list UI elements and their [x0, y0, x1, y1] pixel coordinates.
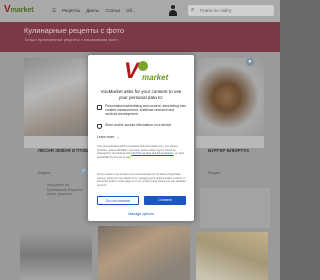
- recipe-card-title[interactable]: ЛЕСНЯ ЗЕВАЯ И ПТИЦА: [38, 148, 92, 153]
- recipe-card-title[interactable]: БУРГЕР БЛЮРТУХ: [208, 148, 249, 153]
- voomarket-logo: V market: [124, 58, 169, 83]
- recipe-card[interactable]: [20, 230, 92, 280]
- recipe-image: [20, 230, 92, 280]
- recipe-card[interactable]: [24, 58, 92, 148]
- vendors-link[interactable]: 142 TCF vendors and 64 ad partners: [131, 152, 174, 155]
- recipe-image: [24, 58, 92, 136]
- recipe-card[interactable]: [196, 58, 264, 148]
- consent-details-paragraph: Your personal data will be processed and…: [97, 145, 184, 159]
- device-icon: [97, 123, 102, 129]
- manage-options-link[interactable]: Manage options: [88, 212, 194, 216]
- recipe-card[interactable]: [196, 232, 268, 280]
- learn-more-toggle[interactable]: Learn more ⌄: [97, 135, 119, 139]
- menu-icon[interactable]: ☰: [52, 8, 56, 14]
- recipe-image: [98, 226, 190, 280]
- recipe-card-category: Загружено на Кулинарные Рецепты; кухня; …: [47, 183, 83, 196]
- logo-circle: [138, 61, 148, 71]
- user-group-icon: [97, 104, 102, 110]
- search-icon: ⌕: [191, 7, 195, 13]
- recipe-card-meta: Бюджет: [38, 171, 51, 175]
- top-navigation-bar: Vmarket ☰ Рецепты Диеты Статьи Об... ⌕ П…: [0, 0, 280, 22]
- nav-item-recipes[interactable]: Рецепты: [62, 8, 80, 14]
- main-nav: ☰ Рецепты Диеты Статьи Об...: [52, 8, 136, 14]
- purpose-store-access: Store and/or access information on a dev…: [97, 123, 187, 129]
- recipe-image: [196, 232, 268, 280]
- user-icon[interactable]: [168, 5, 178, 17]
- consent-dialog: V market VooMarket asks for your consent…: [88, 55, 194, 221]
- consent-button[interactable]: Consent: [144, 196, 186, 205]
- consent-heading: VooMarket asks for your consent to use y…: [100, 89, 182, 100]
- nav-item-more[interactable]: Об...: [126, 8, 136, 14]
- page-subtitle: Только проверенные рецепты с пошаговыми …: [24, 37, 118, 42]
- rating-badge: ✓: [80, 167, 88, 175]
- page-title: Кулинарные рецепты с фото: [24, 26, 125, 35]
- purpose-personalised-ads: Personalised advertising and content, ad…: [97, 104, 187, 117]
- recipe-image: [196, 58, 264, 136]
- search-input[interactable]: ⌕ Поиск по сайту: [188, 5, 274, 16]
- nav-item-diets[interactable]: Диеты: [86, 8, 99, 14]
- recipe-card-meta: Бюджет: [208, 171, 221, 175]
- consent-legitimate-interest-paragraph: Some vendors may process your personal d…: [97, 173, 186, 187]
- recipe-card[interactable]: [98, 226, 190, 280]
- favorite-badge[interactable]: ♥: [246, 58, 254, 66]
- nav-item-articles[interactable]: Статьи: [105, 8, 120, 14]
- do-not-consent-button[interactable]: Do not consent: [97, 196, 139, 205]
- chevron-down-icon: ⌄: [116, 135, 120, 139]
- ad-placeholder: [200, 188, 270, 228]
- site-logo[interactable]: Vmarket: [4, 4, 34, 15]
